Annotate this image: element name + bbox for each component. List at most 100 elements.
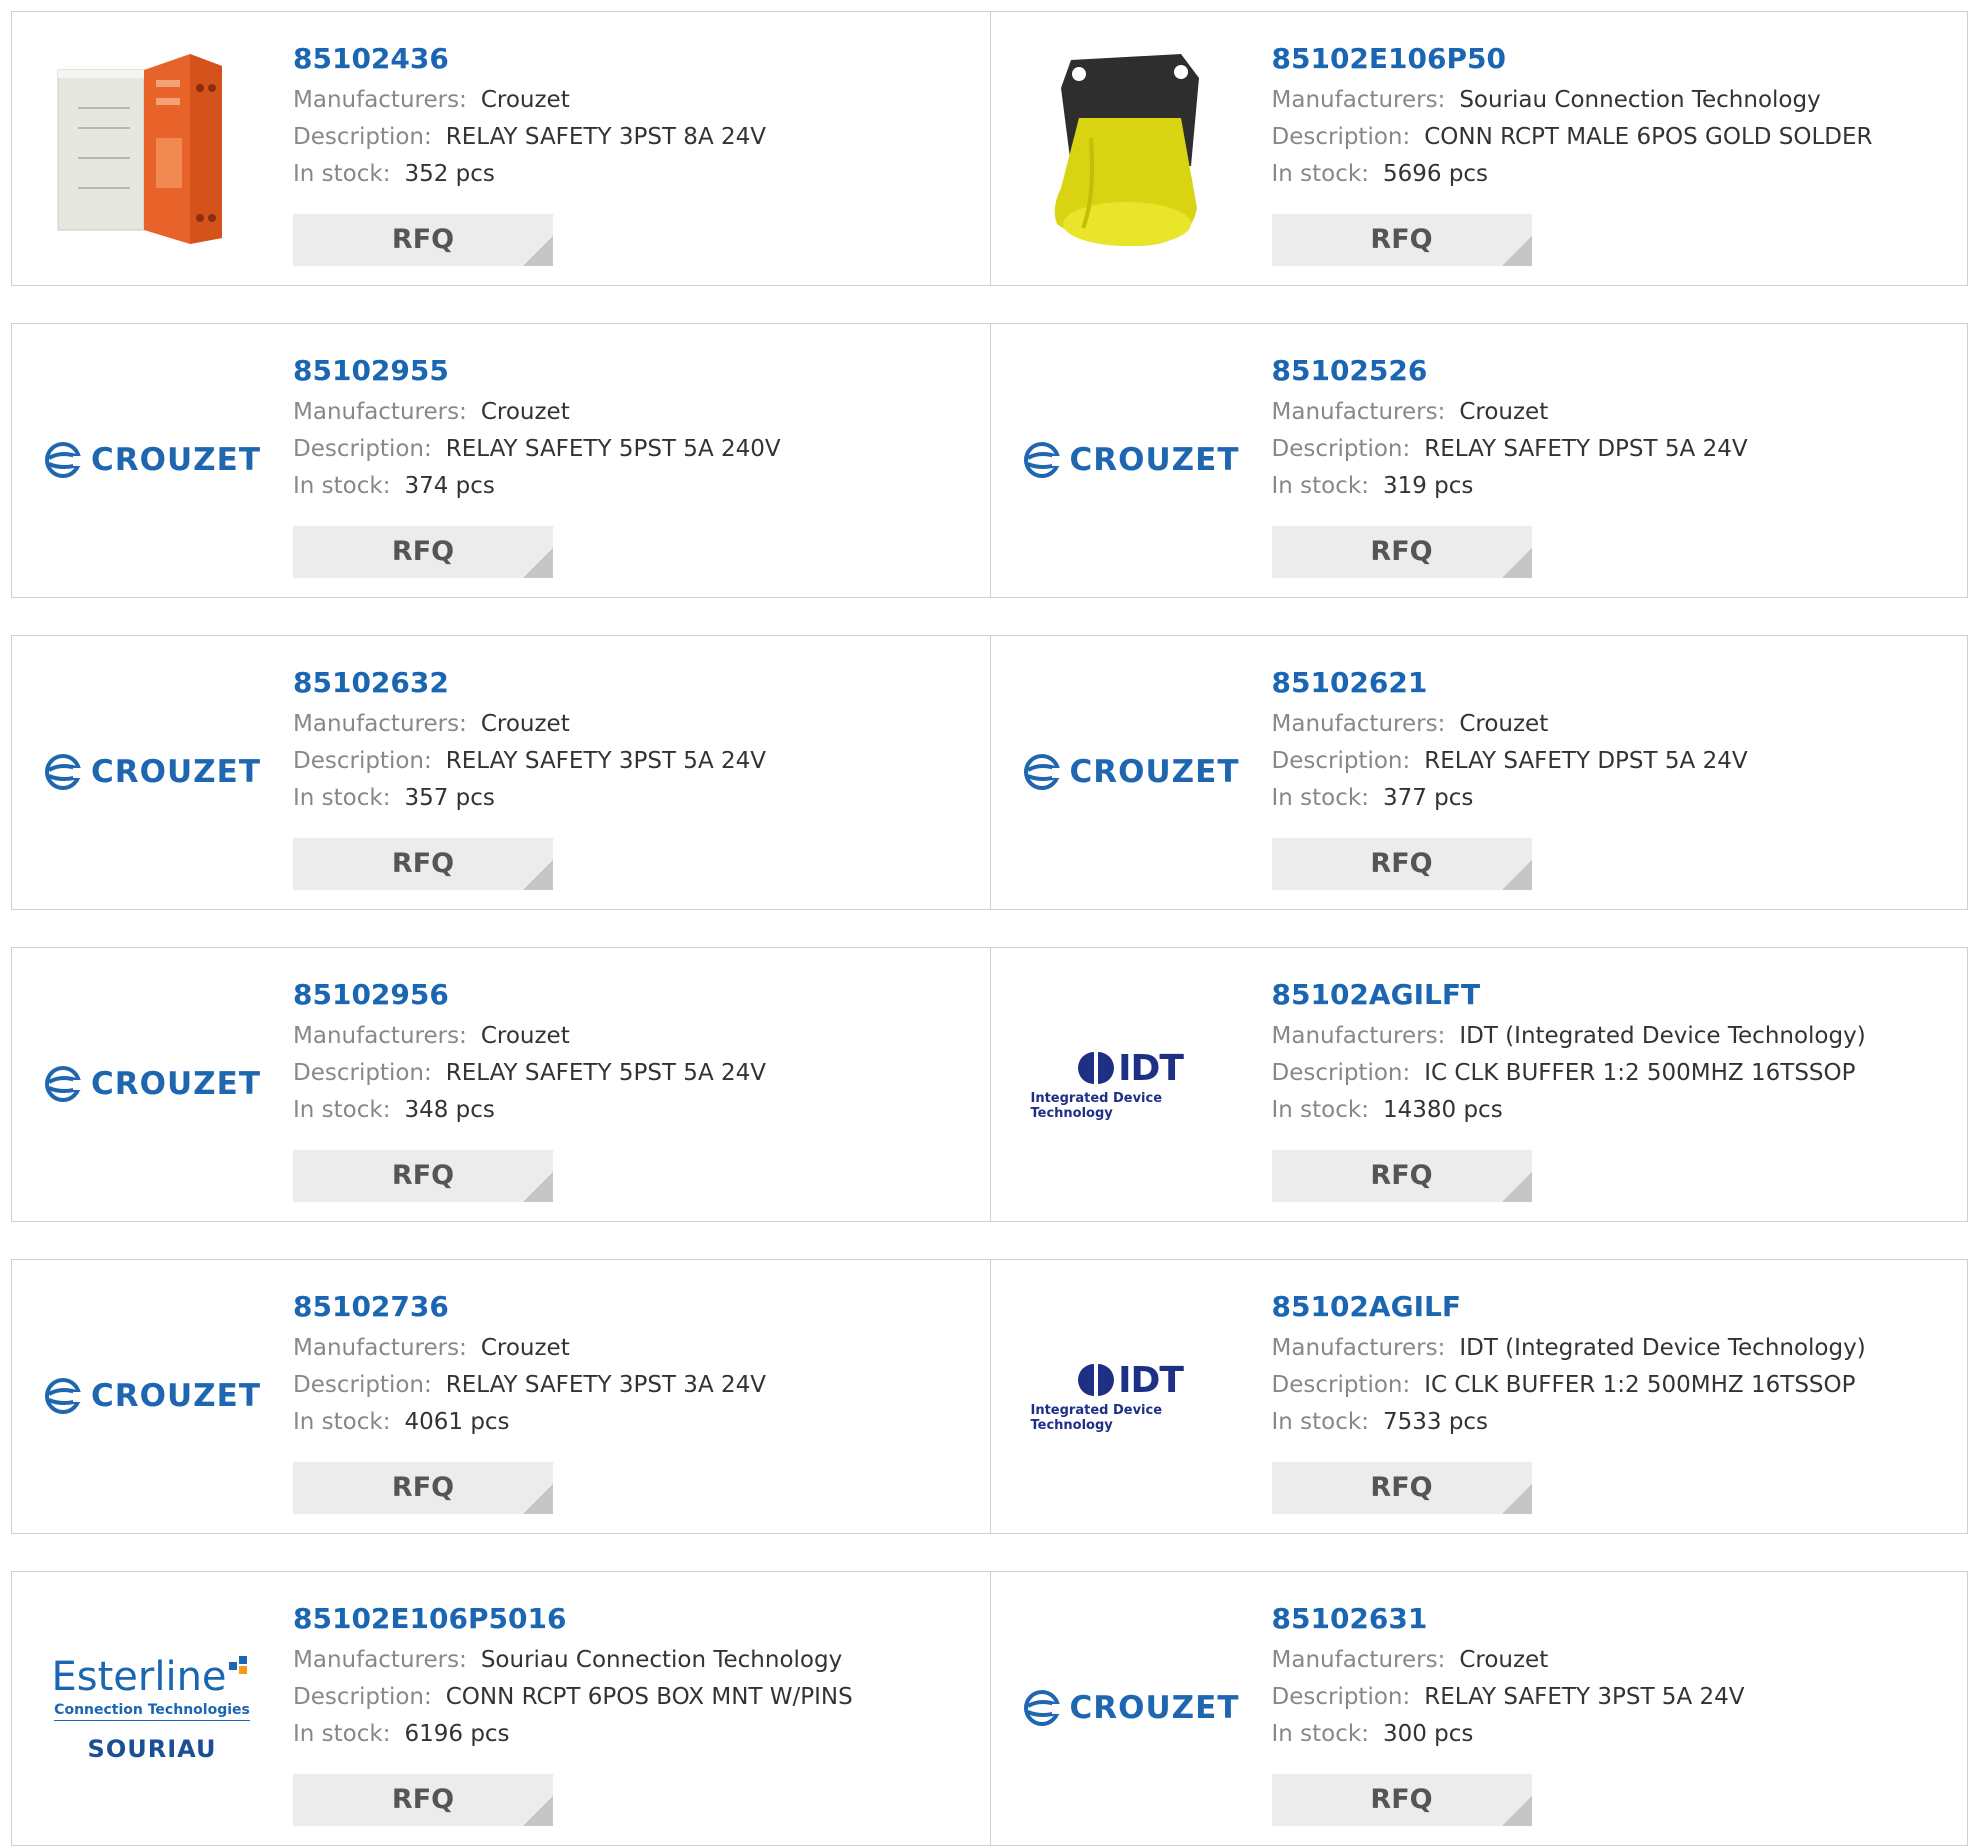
product-info: 85102E106P5016 Manufacturers: Souriau Con… bbox=[293, 1602, 980, 1753]
manufacturers-label: Manufacturers: bbox=[1271, 711, 1446, 737]
product-image-crouzet[interactable]: CROUZET bbox=[1023, 672, 1238, 872]
crouzet-logo: CROUZET bbox=[43, 1376, 261, 1416]
manufacturer-line: Manufacturers: Crouzet bbox=[293, 1330, 980, 1367]
rfq-label: RFQ bbox=[391, 224, 455, 255]
product-image-idt[interactable]: IDT Integrated Device Technology bbox=[1031, 984, 1231, 1184]
crouzet-logo: CROUZET bbox=[1022, 1688, 1240, 1728]
description-value: RELAY SAFETY 3PST 5A 24V bbox=[1424, 1684, 1745, 1710]
stock-line: In stock: 5696 pcs bbox=[1272, 156, 1958, 193]
stock-value: 352 pcs bbox=[404, 161, 495, 187]
rfq-button[interactable]: RFQ bbox=[293, 838, 553, 890]
part-number-link[interactable]: 85102526 bbox=[1272, 354, 1428, 388]
description-label: Description: bbox=[293, 748, 432, 774]
crouzet-logo: CROUZET bbox=[43, 1064, 261, 1104]
product-image-crouzet[interactable]: CROUZET bbox=[45, 672, 260, 872]
description-label: Description: bbox=[293, 1060, 432, 1086]
part-number-link[interactable]: 85102632 bbox=[293, 666, 449, 700]
rfq-label: RFQ bbox=[391, 1472, 455, 1503]
description-line: Description: IC CLK BUFFER 1:2 500MHZ 16T… bbox=[1272, 1367, 1958, 1404]
product-grid: 85102436 Manufacturers: Crouzet Descripti… bbox=[0, 0, 1968, 1846]
product-image-connector[interactable] bbox=[1031, 48, 1231, 248]
manufacturer-value: Crouzet bbox=[480, 399, 570, 425]
crouzet-emblem-icon bbox=[1023, 754, 1064, 790]
idt-logo: IDT Integrated Device Technology bbox=[1031, 1360, 1231, 1433]
in-stock-label: In stock: bbox=[293, 785, 391, 811]
stock-line: In stock: 300 pcs bbox=[1272, 1716, 1958, 1753]
manufacturers-label: Manufacturers: bbox=[293, 1335, 467, 1361]
description-value: RELAY SAFETY 5PST 5A 24V bbox=[445, 1060, 766, 1086]
in-stock-label: In stock: bbox=[1271, 1409, 1369, 1435]
esterline-squares-icon bbox=[228, 1655, 247, 1674]
in-stock-label: In stock: bbox=[293, 1721, 391, 1747]
rfq-button[interactable]: RFQ bbox=[293, 214, 553, 266]
product-info: 85102E106P50 Manufacturers: Souriau Conne… bbox=[1272, 42, 1958, 193]
corner-triangle-icon bbox=[1501, 236, 1532, 266]
manufacturer-line: Manufacturers: Crouzet bbox=[293, 82, 980, 119]
manufacturer-line: Manufacturers: Souriau Connection Technol… bbox=[293, 1642, 980, 1679]
description-value: RELAY SAFETY 3PST 3A 24V bbox=[445, 1372, 766, 1398]
rfq-button[interactable]: RFQ bbox=[1271, 214, 1532, 266]
corner-triangle-icon bbox=[523, 236, 553, 266]
stock-value: 4061 pcs bbox=[404, 1409, 510, 1435]
manufacturers-label: Manufacturers: bbox=[1271, 399, 1446, 425]
rfq-label: RFQ bbox=[391, 1784, 455, 1815]
product-image-crouzet[interactable]: CROUZET bbox=[45, 1296, 260, 1496]
relay-photo-icon bbox=[57, 54, 222, 244]
crouzet-wordmark: CROUZET bbox=[91, 1066, 261, 1102]
part-number-link[interactable]: 85102E106P5016 bbox=[293, 1602, 566, 1636]
product-image-crouzet[interactable]: CROUZET bbox=[45, 984, 260, 1184]
description-label: Description: bbox=[1271, 1684, 1411, 1710]
in-stock-label: In stock: bbox=[1271, 785, 1369, 811]
product-card: IDT Integrated Device Technology 85102AG… bbox=[989, 1260, 1968, 1533]
part-number-link[interactable]: 85102AGILF bbox=[1272, 1290, 1461, 1324]
description-line: Description: RELAY SAFETY 3PST 8A 24V bbox=[293, 119, 980, 156]
in-stock-label: In stock: bbox=[293, 1409, 391, 1435]
rfq-button[interactable]: RFQ bbox=[293, 1774, 553, 1826]
rfq-label: RFQ bbox=[1370, 848, 1433, 879]
rfq-button[interactable]: RFQ bbox=[1271, 1462, 1532, 1514]
product-image-idt[interactable]: IDT Integrated Device Technology bbox=[1031, 1296, 1231, 1496]
part-number-link[interactable]: 85102621 bbox=[1272, 666, 1428, 700]
stock-value: 319 pcs bbox=[1382, 473, 1474, 499]
product-info: 85102631 Manufacturers: Crouzet Descripti… bbox=[1272, 1602, 1958, 1753]
part-number-link[interactable]: 85102736 bbox=[293, 1290, 449, 1324]
manufacturer-value: IDT (Integrated Device Technology) bbox=[1459, 1023, 1866, 1049]
part-number-link[interactable]: 85102E106P50 bbox=[1272, 42, 1506, 76]
rfq-button[interactable]: RFQ bbox=[1271, 526, 1532, 578]
stock-value: 348 pcs bbox=[404, 1097, 495, 1123]
manufacturer-line: Manufacturers: Crouzet bbox=[1272, 706, 1958, 743]
product-image-crouzet[interactable]: CROUZET bbox=[45, 360, 260, 560]
manufacturer-value: Crouzet bbox=[1459, 399, 1549, 425]
stock-value: 377 pcs bbox=[1382, 785, 1474, 811]
rfq-button[interactable]: RFQ bbox=[1271, 1150, 1532, 1202]
manufacturers-label: Manufacturers: bbox=[1271, 1647, 1446, 1673]
part-number-link[interactable]: 85102631 bbox=[1272, 1602, 1428, 1636]
rfq-button[interactable]: RFQ bbox=[1271, 1774, 1532, 1826]
product-image-crouzet[interactable]: CROUZET bbox=[1023, 1608, 1238, 1808]
stock-value: 6196 pcs bbox=[404, 1721, 510, 1747]
stock-value: 5696 pcs bbox=[1382, 161, 1489, 187]
product-image-relay[interactable] bbox=[52, 48, 252, 248]
rfq-button[interactable]: RFQ bbox=[293, 1462, 553, 1514]
idt-logo: IDT Integrated Device Technology bbox=[1031, 1048, 1231, 1121]
product-image-esterline[interactable]: Esterline Connection Technologies SOURIA… bbox=[51, 1608, 252, 1808]
in-stock-label: In stock: bbox=[293, 161, 391, 187]
product-info: 85102955 Manufacturers: Crouzet Descripti… bbox=[293, 354, 980, 505]
rfq-button[interactable]: RFQ bbox=[293, 526, 553, 578]
rfq-button[interactable]: RFQ bbox=[1271, 838, 1532, 890]
part-number-link[interactable]: 85102436 bbox=[293, 42, 449, 76]
rfq-button[interactable]: RFQ bbox=[293, 1150, 553, 1202]
part-number-link[interactable]: 85102956 bbox=[293, 978, 449, 1012]
corner-triangle-icon bbox=[1501, 1484, 1532, 1514]
part-number-link[interactable]: 85102955 bbox=[293, 354, 449, 388]
manufacturers-label: Manufacturers: bbox=[293, 399, 467, 425]
description-label: Description: bbox=[293, 1684, 432, 1710]
part-number-link[interactable]: 85102AGILFT bbox=[1272, 978, 1481, 1012]
product-image-crouzet[interactable]: CROUZET bbox=[1023, 360, 1238, 560]
description-line: Description: CONN RCPT MALE 6POS GOLD SOL… bbox=[1272, 119, 1958, 156]
stock-line: In stock: 348 pcs bbox=[293, 1092, 980, 1129]
crouzet-wordmark: CROUZET bbox=[91, 754, 261, 790]
stock-line: In stock: 374 pcs bbox=[293, 468, 980, 505]
stock-line: In stock: 6196 pcs bbox=[293, 1716, 980, 1753]
manufacturers-label: Manufacturers: bbox=[293, 1647, 467, 1673]
